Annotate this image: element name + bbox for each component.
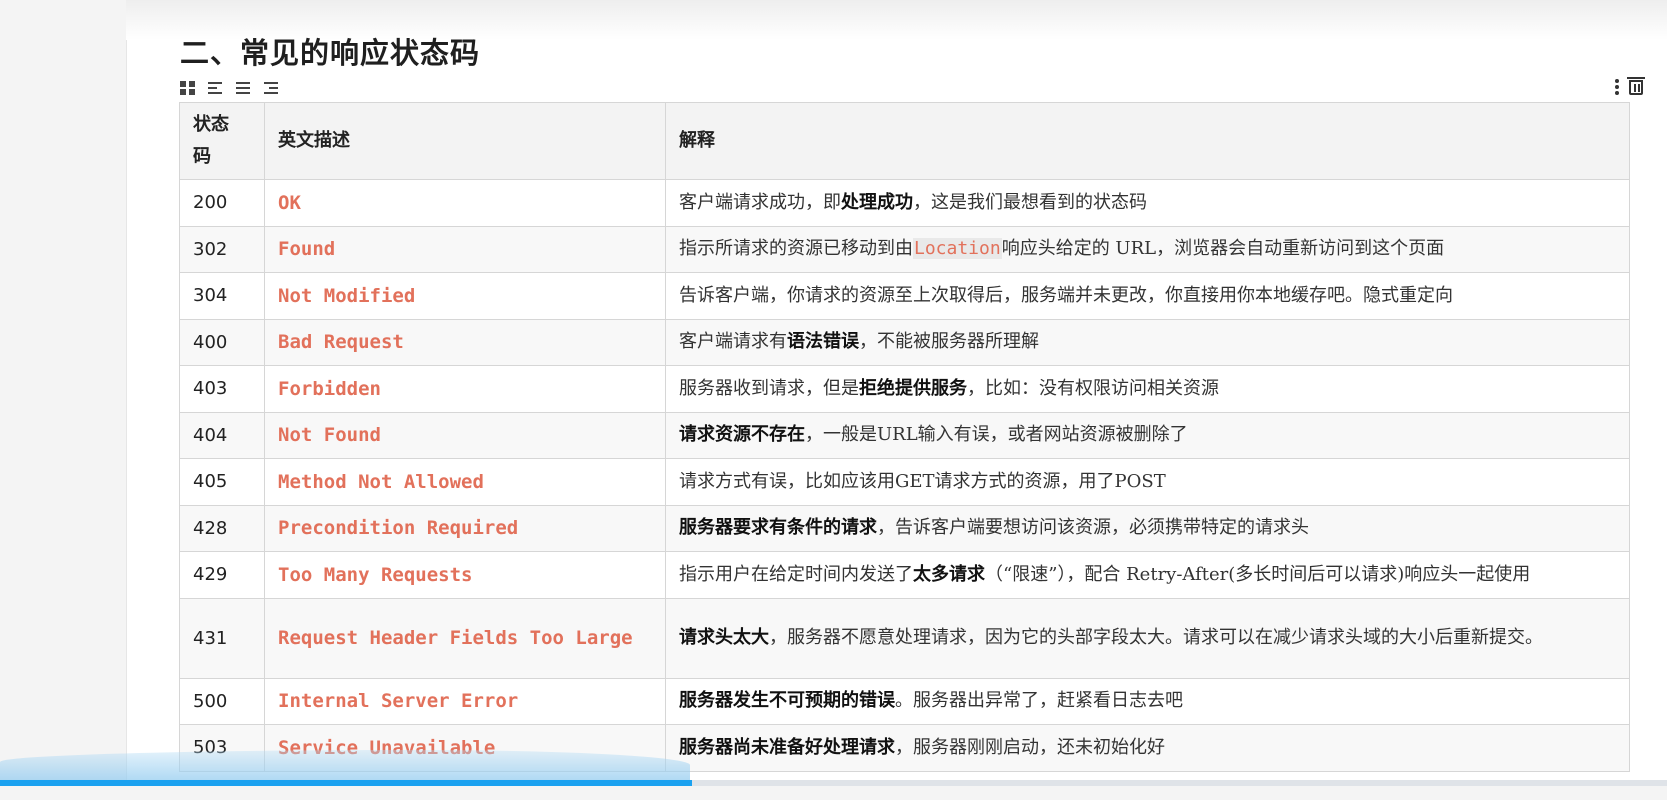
plain-text: ，这是我们最想看到的状态码 xyxy=(913,191,1147,213)
explanation-cell: 指示用户在给定时间内发送了太多请求（“限速”），配合 Retry-After(多… xyxy=(665,551,1630,599)
bold-text: 拒绝提供服务 xyxy=(859,377,967,399)
table-row: 200 OK 客户端请求成功，即处理成功，这是我们最想看到的状态码 xyxy=(179,179,1630,227)
trash-icon[interactable] xyxy=(1627,77,1645,95)
table-row: 304 Not Modified 告诉客户端，你请求的资源至上次取得后，服务端并未更… xyxy=(179,272,1630,320)
bold-text: 处理成功 xyxy=(841,191,913,213)
explanation-cell: 服务器发生不可预期的错误。服务器出异常了，赶紧看日志去吧 xyxy=(665,677,1630,725)
bold-text: 服务器尚未准备好处理请求 xyxy=(679,736,895,758)
align-left-icon[interactable] xyxy=(208,81,224,95)
english-desc-cell: Forbidden xyxy=(264,365,666,413)
bold-text: 太多请求 xyxy=(913,563,985,585)
inline-code: Location xyxy=(913,238,1002,260)
plain-text: ，一般是URL输入有误，或者网站资源被删除了 xyxy=(805,424,1188,446)
bottom-bar xyxy=(0,786,1667,800)
header-code: 状态码 xyxy=(179,102,265,180)
header-code-label: 状态码 xyxy=(193,114,229,167)
status-code-cell: 428 xyxy=(179,504,265,552)
plain-text: ，不能被服务器所理解 xyxy=(859,331,1039,353)
table-row: 500 Internal Server Error 服务器发生不可预期的错误。服务器… xyxy=(179,677,1630,725)
status-code-cell: 302 xyxy=(179,225,265,273)
english-desc-cell: Found xyxy=(264,225,666,273)
table-body: 200 OK 客户端请求成功，即处理成功，这是我们最想看到的状态码 302 Found 指… xyxy=(179,179,1630,772)
bold-text: 服务器要求有条件的请求 xyxy=(679,517,877,539)
section-heading: 二、常见的响应状态码 xyxy=(180,36,481,70)
english-desc-cell: Bad Request xyxy=(264,318,666,366)
explanation-cell: 请求资源不存在，一般是URL输入有误，或者网站资源被删除了 xyxy=(665,411,1630,459)
explanation-cell: 客户端请求成功，即处理成功，这是我们最想看到的状态码 xyxy=(665,179,1630,227)
plain-text: ，服务器不愿意处理请求，因为它的头部字段太大。请求可以在减少请求头域的大小后重新… xyxy=(769,627,1543,648)
status-code-cell: 403 xyxy=(179,365,265,413)
english-desc-cell: Not Modified xyxy=(264,272,666,320)
explanation-cell: 请求方式有误，比如应该用GET请求方式的资源，用了POST xyxy=(665,458,1630,506)
table-row: 404 Not Found 请求资源不存在，一般是URL输入有误，或者网站资源被删除… xyxy=(179,411,1630,459)
plain-text: （“限速”），配合 Retry-After(多长时间后可以请求)响应头一起使用 xyxy=(985,563,1531,585)
english-desc-cell: Too Many Requests xyxy=(264,551,666,599)
table-row: 431 Request Header Fields Too Large 请求头太大，… xyxy=(179,597,1630,679)
plain-text: ，比如：没有权限访问相关资源 xyxy=(967,377,1219,399)
english-desc-cell: Method Not Allowed xyxy=(264,458,666,506)
table-toolbar xyxy=(180,78,280,98)
more-vertical-icon[interactable] xyxy=(1615,78,1619,95)
plain-text: ，告诉客户端要想访问该资源，必须携带特定的请求头 xyxy=(877,517,1309,539)
grid-icon[interactable] xyxy=(180,81,196,95)
table-header-row: 状态码 英文描述 解释 xyxy=(179,102,1630,180)
table-row: 403 Forbidden 服务器收到请求，但是拒绝提供服务，比如：没有权限访问相关… xyxy=(179,365,1630,413)
table-row: 405 Method Not Allowed 请求方式有误，比如应该用GET请求方式… xyxy=(179,458,1630,506)
plain-text: 指示所请求的资源已移动到由 xyxy=(679,238,913,260)
english-desc-cell: Precondition Required xyxy=(264,504,666,552)
table-row: 400 Bad Request 客户端请求有语法错误，不能被服务器所理解 xyxy=(179,318,1630,366)
status-code-cell: 304 xyxy=(179,272,265,320)
plain-text: 指示用户在给定时间内发送了 xyxy=(679,563,913,585)
table-row: 429 Too Many Requests 指示用户在给定时间内发送了太多请求（“限… xyxy=(179,551,1630,599)
explanation-cell: 客户端请求有语法错误，不能被服务器所理解 xyxy=(665,318,1630,366)
header-expl: 解释 xyxy=(665,102,1630,180)
table-actions xyxy=(1615,77,1645,95)
english-desc-cell: Internal Server Error xyxy=(264,677,666,725)
explanation-cell: 请求头太大，服务器不愿意处理请求，因为它的头部字段太大。请求可以在减少请求头域的… xyxy=(665,597,1630,679)
bold-text: 请求资源不存在 xyxy=(679,424,805,446)
explanation-cell: 告诉客户端，你请求的资源至上次取得后，服务端并未更改，你直接用你本地缓存吧。隐式… xyxy=(665,272,1630,320)
plain-text: 客户端请求有 xyxy=(679,331,787,353)
explanation-cell: 服务器要求有条件的请求，告诉客户端要想访问该资源，必须携带特定的请求头 xyxy=(665,504,1630,552)
plain-text: 请求方式有误，比如应该用GET请求方式的资源，用了POST xyxy=(679,470,1166,492)
bold-text: 请求头太大 xyxy=(679,627,769,648)
decorative-wave xyxy=(0,750,690,780)
plain-text: 服务器收到请求，但是 xyxy=(679,377,859,399)
align-right-icon[interactable] xyxy=(264,81,280,95)
plain-text: ，服务器刚刚启动，还未初始化好 xyxy=(895,736,1165,758)
english-desc-cell: Not Found xyxy=(264,411,666,459)
status-code-table: 状态码 英文描述 解释 200 OK 客户端请求成功，即处理成功，这是我们最想看到的… xyxy=(179,102,1630,772)
plain-text: 客户端请求成功，即 xyxy=(679,191,841,213)
status-code-cell: 500 xyxy=(179,677,265,725)
bold-text: 语法错误 xyxy=(787,331,859,353)
bold-text: 服务器发生不可预期的错误 xyxy=(679,690,895,712)
status-code-cell: 431 xyxy=(179,597,265,679)
status-code-cell: 200 xyxy=(179,179,265,227)
status-code-cell: 429 xyxy=(179,551,265,599)
explanation-cell: 指示所请求的资源已移动到由Location响应头给定的 URL，浏览器会自动重新… xyxy=(665,225,1630,273)
table-row: 302 Found 指示所请求的资源已移动到由Location响应头给定的 URL，… xyxy=(179,225,1630,273)
left-gutter xyxy=(0,0,127,800)
explanation-cell: 服务器尚未准备好处理请求，服务器刚刚启动，还未初始化好 xyxy=(665,724,1630,772)
align-center-icon[interactable] xyxy=(236,81,252,95)
explanation-cell: 服务器收到请求，但是拒绝提供服务，比如：没有权限访问相关资源 xyxy=(665,365,1630,413)
english-desc-cell: Request Header Fields Too Large xyxy=(264,597,666,679)
plain-text: 响应头给定的 URL，浏览器会自动重新访问到这个页面 xyxy=(1001,238,1445,260)
header-desc: 英文描述 xyxy=(264,102,666,180)
status-code-cell: 404 xyxy=(179,411,265,459)
plain-text: 。服务器出异常了，赶紧看日志去吧 xyxy=(895,690,1183,712)
plain-text: 告诉客户端，你请求的资源至上次取得后，服务端并未更改，你直接用你本地缓存吧。隐式… xyxy=(679,284,1453,306)
status-code-cell: 405 xyxy=(179,458,265,506)
table-row: 428 Precondition Required 服务器要求有条件的请求，告诉客户… xyxy=(179,504,1630,552)
english-desc-cell: OK xyxy=(264,179,666,227)
status-code-cell: 400 xyxy=(179,318,265,366)
